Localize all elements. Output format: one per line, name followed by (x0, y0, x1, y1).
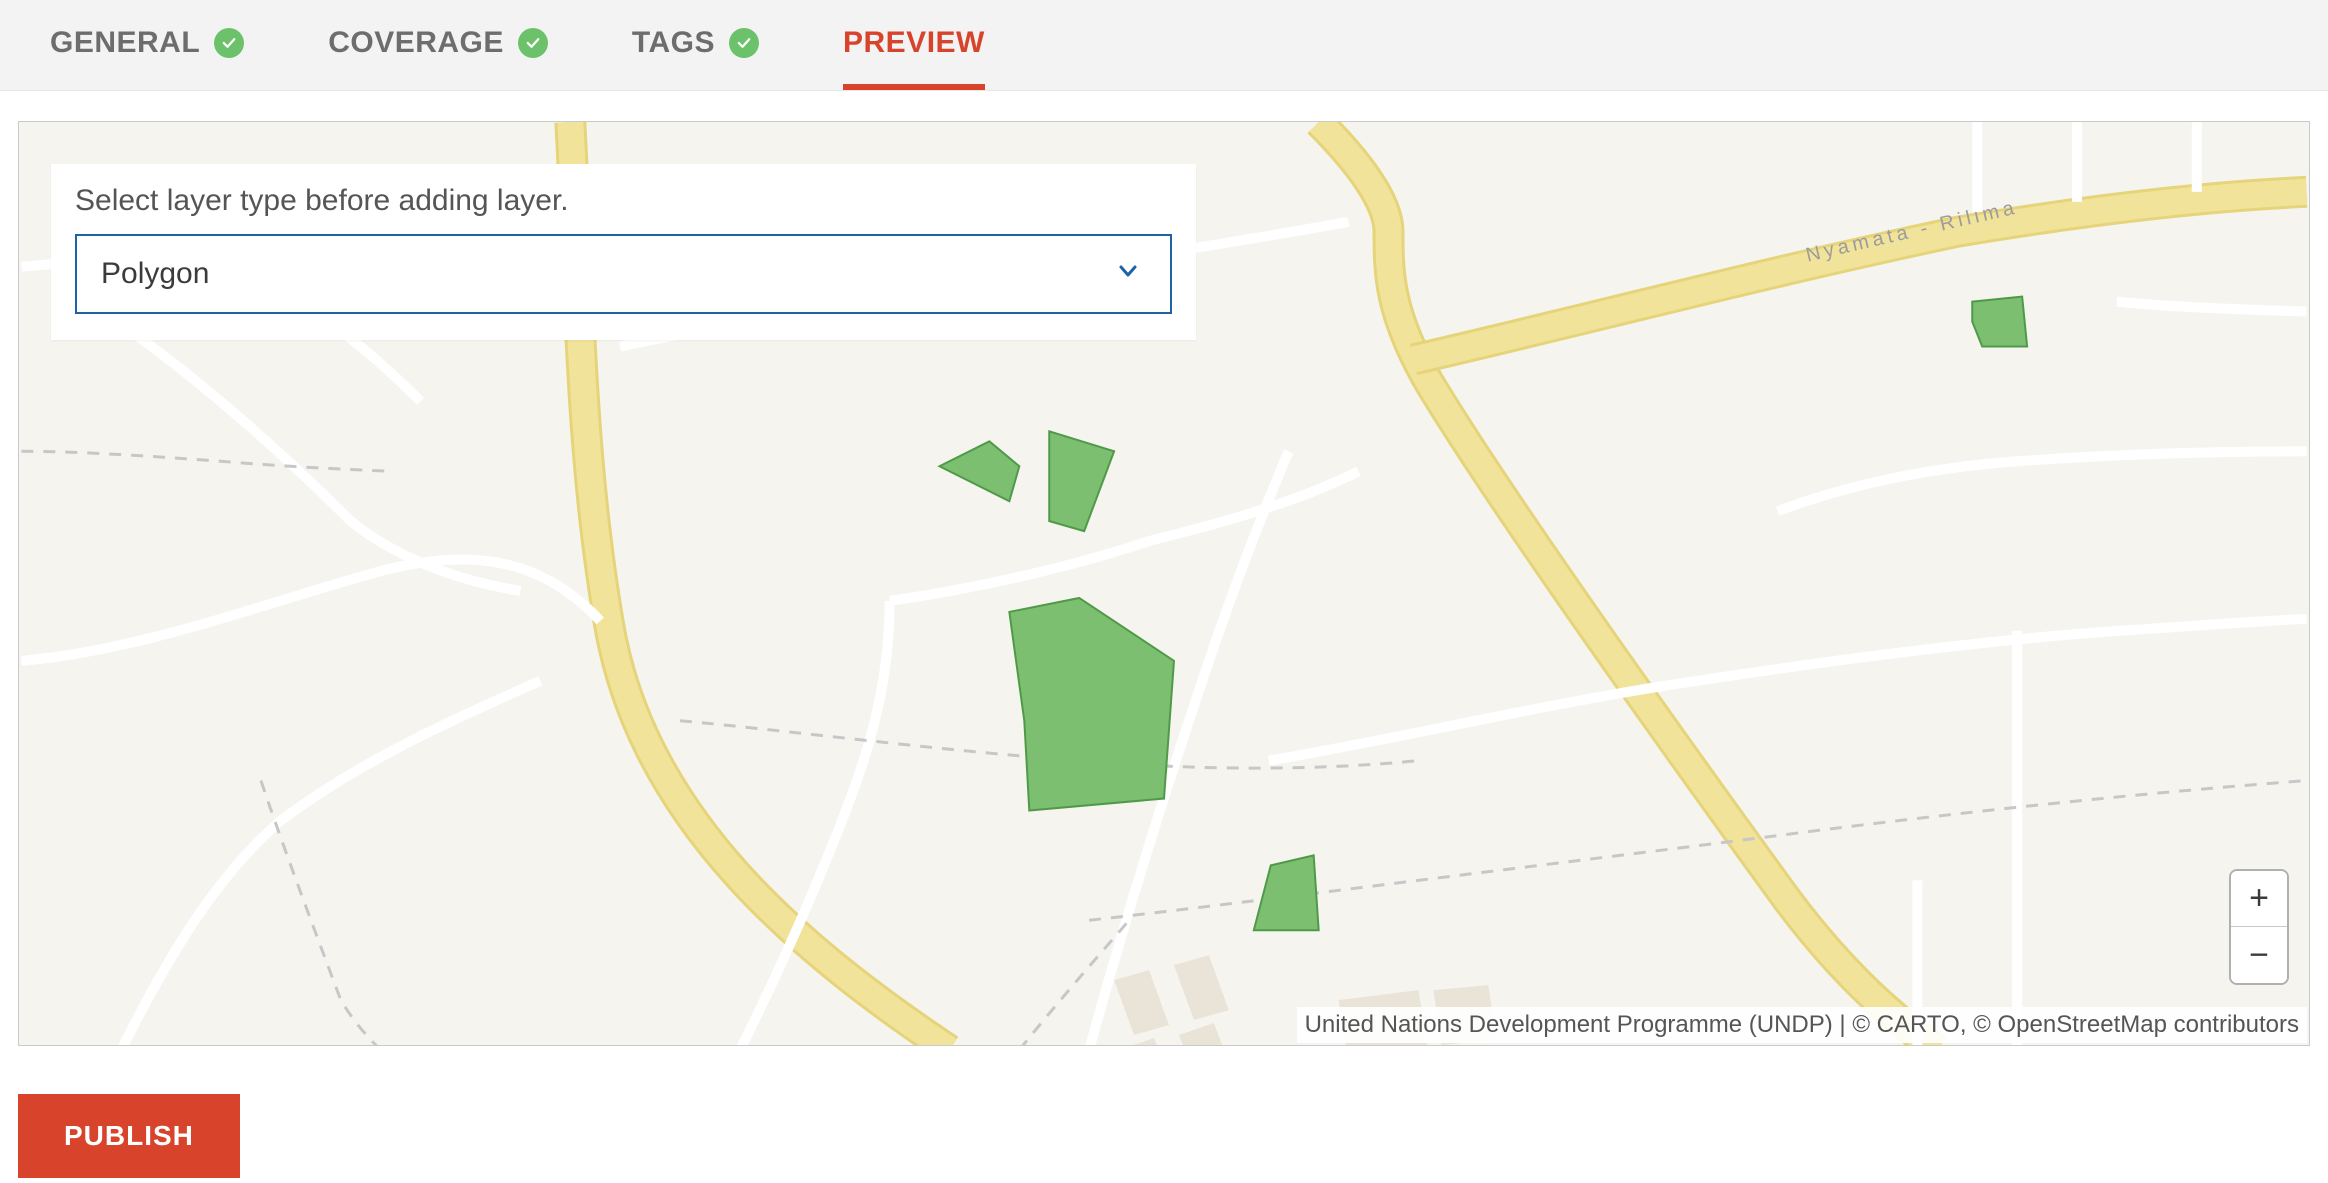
chevron-down-icon (1116, 257, 1140, 291)
zoom-out-button[interactable]: − (2231, 927, 2287, 983)
check-icon (729, 28, 759, 58)
publish-button[interactable]: PUBLISH (18, 1094, 240, 1178)
attribution-sep: , © (1960, 1011, 1998, 1038)
zoom-in-button[interactable]: + (2231, 871, 2287, 927)
tabs-bar: GENERAL COVERAGE TAGS PREVIEW (0, 0, 2328, 91)
attribution-suffix: contributors (2167, 1011, 2299, 1038)
tab-preview-label: PREVIEW (843, 26, 985, 60)
tab-tags[interactable]: TAGS (632, 26, 759, 90)
layer-selector-label: Select layer type before adding layer. (75, 184, 1172, 218)
tab-general-label: GENERAL (50, 26, 200, 60)
check-icon (214, 28, 244, 58)
zoom-controls: + − (2229, 869, 2289, 985)
layer-type-select[interactable]: Polygon (75, 234, 1172, 314)
tab-general[interactable]: GENERAL (50, 26, 244, 90)
attribution-osm-link[interactable]: OpenStreetMap (1998, 1011, 2167, 1038)
map-preview-frame: Nyamata - Rilima (18, 121, 2310, 1046)
map-attribution: United Nations Development Programme (UN… (1297, 1007, 2307, 1043)
layer-selector-card: Select layer type before adding layer. P… (51, 164, 1196, 340)
tab-coverage[interactable]: COVERAGE (328, 26, 548, 90)
attribution-prefix: United Nations Development Programme (UN… (1305, 1011, 1877, 1038)
check-icon (518, 28, 548, 58)
attribution-carto-link[interactable]: CARTO (1877, 1011, 1960, 1038)
tab-preview[interactable]: PREVIEW (843, 26, 985, 90)
tab-tags-label: TAGS (632, 26, 715, 60)
tab-coverage-label: COVERAGE (328, 26, 504, 60)
layer-type-selected: Polygon (101, 257, 209, 291)
